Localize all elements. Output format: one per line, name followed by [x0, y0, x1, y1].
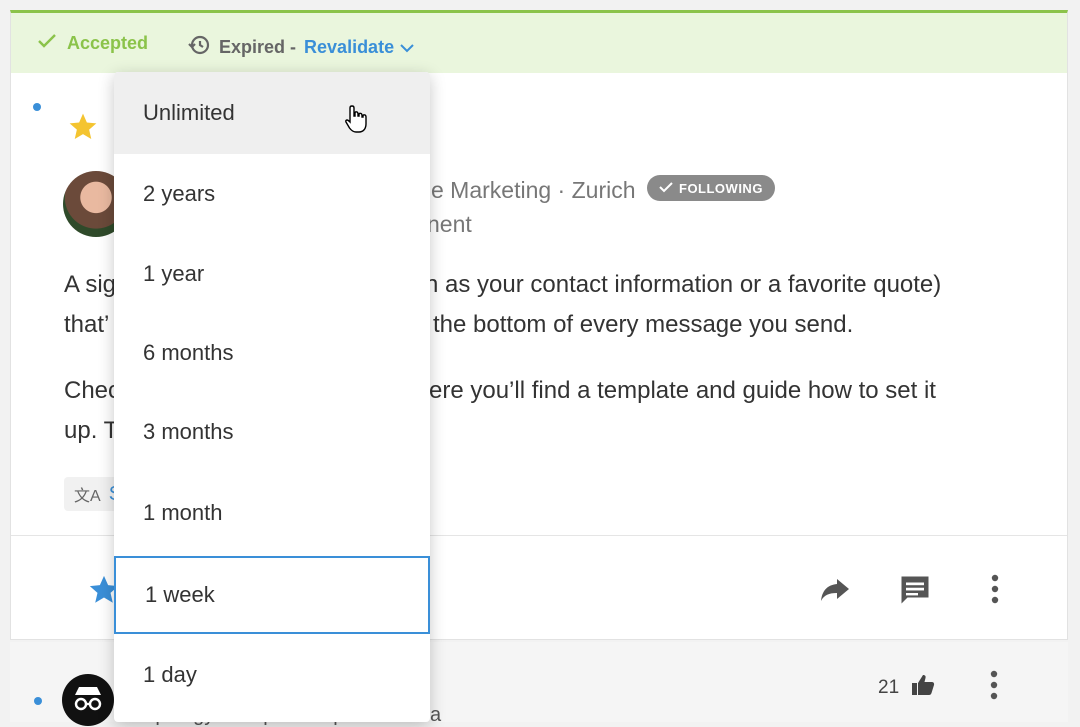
menu-option[interactable]: 2 years [114, 154, 430, 234]
history-icon [187, 33, 211, 62]
bullet-dot [33, 103, 41, 111]
comment-icon[interactable] [897, 572, 933, 613]
following-label: FOLLOWING [679, 180, 763, 196]
menu-option[interactable]: 1 day [114, 635, 430, 715]
chevron-down-icon [400, 37, 414, 58]
expiry-status: Expired - Revalidate [187, 33, 414, 62]
following-badge[interactable]: FOLLOWING [647, 175, 775, 201]
hand-cursor-icon [344, 104, 368, 139]
accepted-status: Accepted [37, 33, 148, 54]
author-meta: e Marketing · Zurich [431, 177, 636, 203]
menu-option[interactable]: Unlimited [114, 72, 430, 154]
menu-option[interactable]: 1 month [114, 473, 430, 553]
body-line-right: n as your contact information or a favor… [425, 271, 942, 298]
menu-option[interactable]: 3 months [114, 392, 430, 472]
accepted-label: Accepted [67, 33, 149, 53]
revalidate-dropdown[interactable]: Revalidate [304, 37, 414, 58]
thumbs-up-icon [911, 674, 935, 702]
expired-label: Expired - [219, 37, 297, 57]
menu-option[interactable]: 1 year [114, 234, 430, 314]
body-line-left: that’ [64, 311, 110, 338]
more-vertical-icon[interactable] [988, 669, 1000, 706]
incognito-icon [71, 683, 105, 718]
star-rating[interactable] [67, 111, 99, 148]
bullet-dot [34, 697, 42, 705]
check-icon [37, 33, 57, 54]
body-line-left: Chec [64, 377, 121, 404]
body-line-right: ere you’ll find a template and guide how… [429, 377, 936, 404]
more-vertical-icon[interactable] [989, 573, 1001, 610]
check-icon [659, 181, 673, 196]
share-arrow-icon[interactable] [819, 575, 851, 608]
menu-option-selected[interactable]: 1 week [114, 556, 430, 634]
author-role: nent [427, 211, 472, 237]
translate-icon: 文A [74, 488, 101, 505]
menu-option[interactable]: 6 months [114, 313, 430, 393]
like-count: 21 [878, 677, 900, 698]
reply-avatar[interactable] [62, 674, 114, 726]
status-bar: Accepted Expired - Revalidate [11, 13, 1067, 73]
body-line-left: A sig [64, 271, 117, 298]
star-icon [67, 111, 99, 148]
body-line-left: up. T [64, 417, 119, 444]
body-line-right: the bottom of every message you send. [433, 311, 854, 338]
revalidate-label: Revalidate [304, 37, 395, 57]
like-control[interactable]: 21 [878, 674, 935, 702]
revalidate-menu: Unlimited 2 years 1 year 6 months 3 mont… [114, 72, 430, 722]
